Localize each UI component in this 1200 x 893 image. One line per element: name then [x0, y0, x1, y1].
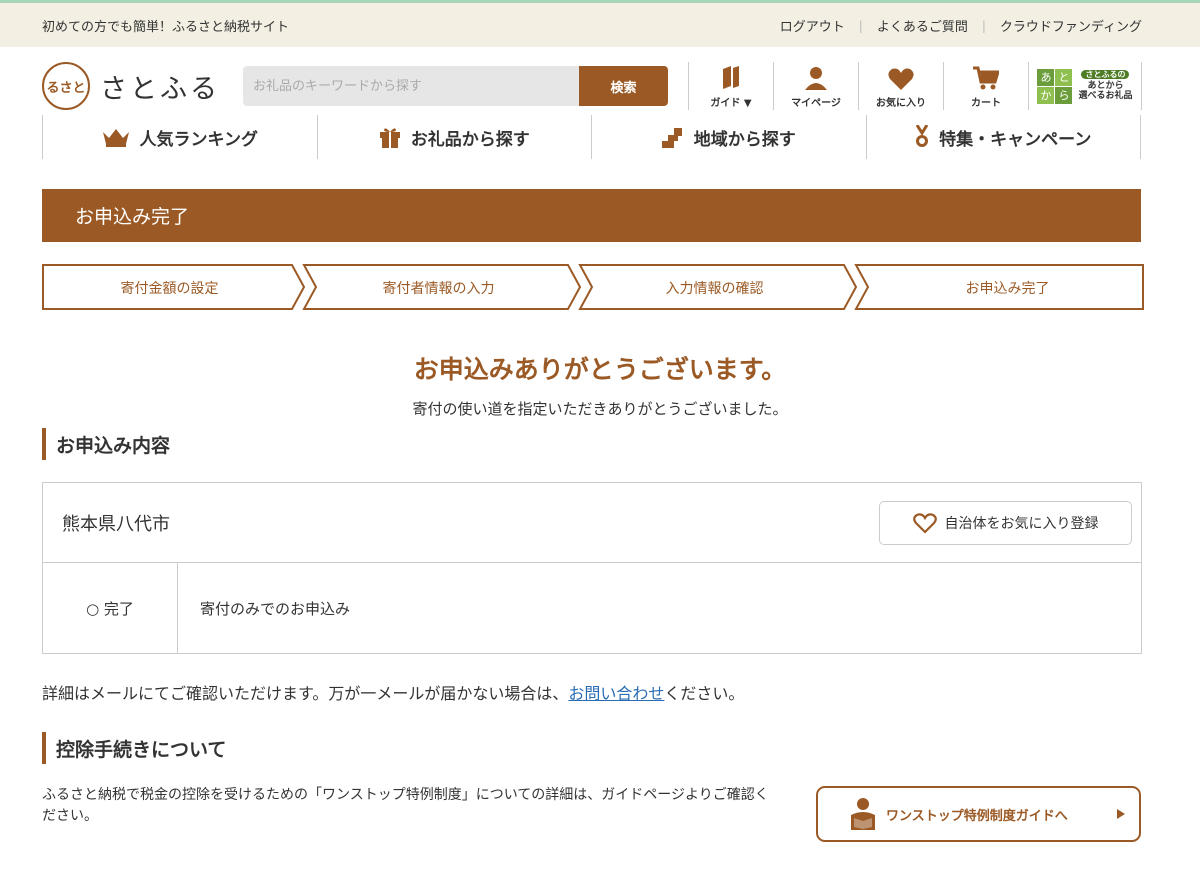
- book-icon: [723, 66, 739, 89]
- favorites-link[interactable]: お気に入り: [858, 62, 943, 110]
- order-status-row: ○ 完了 寄付のみでのお申込み: [43, 563, 1141, 653]
- step-donor-info: 寄付者情報の入力: [311, 264, 576, 310]
- note-text-after: ください。: [664, 684, 745, 703]
- main-nav: 人気ランキング お礼品から探す 地域から探す 特集・キャンペーン: [42, 115, 1141, 159]
- cart-icon: [973, 66, 999, 90]
- atokara-char: ら: [1055, 86, 1073, 104]
- logo-mark: るさと: [42, 62, 90, 110]
- step-amount: 寄付金額の設定: [42, 264, 307, 310]
- atokara-char: あ: [1037, 68, 1055, 86]
- page-title: お申込み完了: [75, 206, 190, 228]
- thanks-heading: お申込みありがとうございます。: [413, 355, 787, 384]
- contact-link[interactable]: お問い合わせ: [568, 684, 664, 703]
- reading-person-icon: [851, 798, 875, 830]
- step-label: 寄付金額の設定: [120, 281, 219, 297]
- heart-outline-icon: [912, 512, 937, 534]
- order-city-row: 熊本県八代市 自治体をお気に入り登録: [43, 483, 1141, 563]
- guide-label: ガイド ▼: [710, 98, 752, 109]
- search-input[interactable]: [243, 66, 579, 106]
- mypage-link[interactable]: マイページ: [773, 62, 858, 110]
- guide-button-label: ワンストップ特例制度ガイドへ: [886, 808, 1068, 824]
- nav-campaign-label: 特集・キャンペーン: [939, 129, 1092, 150]
- atokara-link[interactable]: あ と か ら さとふるの あとから 選べるお礼品: [1028, 62, 1142, 110]
- gift-icon: [379, 128, 400, 148]
- email-note: 詳細はメールにてご確認いただけます。万が一メールが届かない場合は、お問い合わせく…: [42, 680, 744, 704]
- nav-region-label: 地域から探す: [693, 129, 796, 150]
- heart-icon: [888, 68, 914, 90]
- nav-region[interactable]: 地域から探す: [591, 115, 866, 159]
- order-detail-box: 熊本県八代市 自治体をお気に入り登録 ○ 完了 寄付のみでのお申込み: [42, 482, 1142, 654]
- atokara-line2: 選べるお礼品: [1078, 91, 1133, 102]
- deduction-section-heading: 控除手続きについて: [42, 732, 226, 764]
- person-icon: [805, 67, 827, 90]
- order-section-heading: お申込み内容: [42, 428, 170, 460]
- crown-icon: [102, 129, 129, 147]
- onestop-guide-button[interactable]: ワンストップ特例制度ガイドへ: [816, 786, 1141, 842]
- logo-mark-text: るさと: [46, 80, 86, 96]
- icon-nav: ガイド ▼ マイページ お気に入り カート あ と か ら さとふるの あとから…: [688, 62, 1142, 110]
- step-complete: お申込み完了: [880, 264, 1145, 310]
- step-label: お申込み完了: [965, 281, 1050, 297]
- mypage-label: マイページ: [791, 98, 841, 109]
- thanks-subtext: 寄付の使い道を指定いただきありがとうございました。: [412, 400, 788, 418]
- order-status: ○ 完了: [43, 563, 178, 653]
- cart-label: カート: [971, 98, 1001, 109]
- logo-name: さとふる: [100, 73, 220, 105]
- divider: |: [981, 18, 986, 33]
- nav-ranking-label: 人気ランキング: [139, 129, 259, 150]
- atokara-pill: さとふるの: [1081, 69, 1130, 80]
- search-bar: 検索: [243, 66, 668, 106]
- medal-icon: [915, 125, 929, 147]
- crowdfunding-link[interactable]: クラウドファンディング: [1000, 16, 1142, 35]
- nav-campaign[interactable]: 特集・キャンペーン: [865, 115, 1141, 159]
- site-tagline: 初めての方でも簡単！ふるさと納税サイト: [42, 20, 290, 35]
- divider: |: [858, 18, 863, 33]
- favorites-label: お気に入り: [876, 98, 926, 109]
- step-label: 入力情報の確認: [665, 281, 764, 297]
- cart-link[interactable]: カート: [943, 62, 1028, 110]
- atokara-logo: あ と か ら: [1037, 68, 1073, 104]
- top-bar: 初めての方でも簡単！ふるさと納税サイト ログアウト | よくあるご質問 | クラ…: [0, 3, 1200, 47]
- triangle-right-icon: [1117, 809, 1125, 819]
- order-type: 寄付のみでのお申込み: [200, 599, 351, 618]
- city-name: 熊本県八代市: [62, 513, 170, 535]
- map-icon: [661, 128, 682, 148]
- deduction-description: ふるさと納税で税金の控除を受けるための「ワンストップ特例制度」についての詳細は、…: [42, 787, 769, 824]
- top-links: ログアウト | よくあるご質問 | クラウドファンディング: [780, 16, 1142, 36]
- progress-steps: 寄付金額の設定 寄付者情報の入力 入力情報の確認 お申込み完了: [42, 264, 1145, 310]
- step-confirm: 入力情報の確認: [587, 264, 852, 310]
- note-text-before: 詳細はメールにてご確認いただけます。万が一メールが届かない場合は、: [42, 684, 569, 703]
- site-logo[interactable]: るさと さとふる: [42, 62, 220, 110]
- favorite-button-label: 自治体をお気に入り登録: [944, 516, 1099, 532]
- guide-menu[interactable]: ガイド ▼: [688, 62, 773, 110]
- faq-link[interactable]: よくあるご質問: [877, 16, 968, 35]
- atokara-line1: あとから: [1087, 80, 1124, 91]
- favorite-municipality-button[interactable]: 自治体をお気に入り登録: [879, 501, 1132, 545]
- atokara-char: と: [1055, 68, 1073, 86]
- atokara-char: か: [1037, 86, 1055, 104]
- atokara-text: さとふるの あとから 選べるお礼品: [1078, 69, 1133, 102]
- page-title-bar: お申込み完了: [42, 189, 1141, 242]
- nav-gifts[interactable]: お礼品から探す: [316, 115, 592, 159]
- nav-ranking[interactable]: 人気ランキング: [42, 115, 317, 159]
- logout-link[interactable]: ログアウト: [780, 16, 845, 35]
- search-button[interactable]: 検索: [579, 66, 668, 106]
- nav-gifts-label: お礼品から探す: [410, 129, 530, 150]
- step-label: 寄付者情報の入力: [382, 281, 495, 297]
